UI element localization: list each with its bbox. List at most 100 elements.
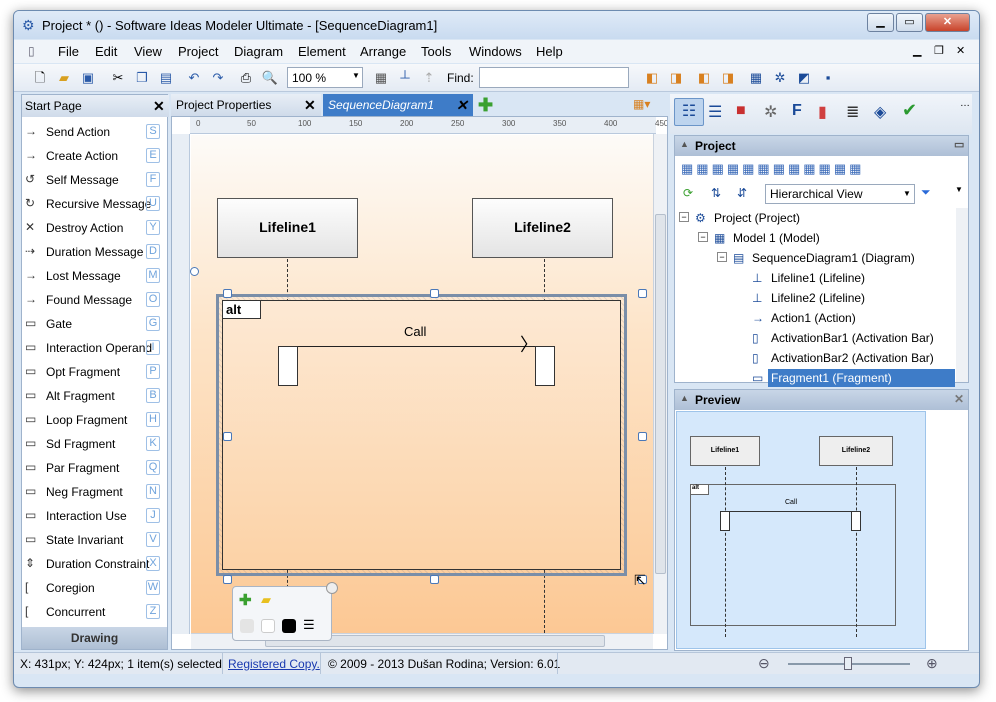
diagram-canvas[interactable]: 0 50 100 150 200 250 300 350 400 450 Lifeline1 Li… — [171, 116, 668, 650]
line-style-icon[interactable]: ☰ — [303, 617, 315, 633]
tool-item[interactable]: → Lost Message M — [22, 264, 167, 288]
menu-edit[interactable]: Edit — [95, 44, 117, 59]
collapse-icon[interactable]: ▲ — [680, 139, 689, 149]
connection-handle[interactable] — [190, 267, 199, 276]
color-swatch-black[interactable] — [282, 619, 296, 633]
tool-item[interactable]: ▭ Interaction Use J — [22, 504, 167, 528]
tool-item[interactable]: ▭ State Invariant V — [22, 528, 167, 552]
maximize-button[interactable]: ▭ — [896, 13, 923, 32]
folder-icon[interactable]: ▰ — [261, 592, 271, 608]
tool-item[interactable]: ▭ Loop Fragment H — [22, 408, 167, 432]
element-type-toolbar[interactable]: ▦▦▦▦▦▦▦▦▦▦▦▦ — [675, 157, 968, 181]
send-back-icon[interactable]: ◨ — [666, 68, 686, 88]
zoom-in-icon[interactable]: ⊕ — [926, 655, 938, 672]
document-icon[interactable]: ≣ — [846, 102, 859, 122]
activation-bar-1[interactable] — [278, 346, 298, 386]
registered-link[interactable]: Registered Copy. — [228, 657, 320, 671]
toolbox-icon[interactable]: ■ — [736, 102, 746, 120]
save-icon[interactable]: ▣ — [78, 68, 98, 88]
tab-menu-icon[interactable]: ▦▾ — [633, 97, 650, 111]
font-icon[interactable]: F — [792, 102, 802, 120]
tree-node[interactable]: ▭ Fragment1 (Fragment) — [675, 368, 955, 388]
tab-sequence-diagram[interactable]: SequenceDiagram1 ✕ — [323, 94, 473, 116]
resize-handle[interactable] — [223, 575, 232, 584]
tool-item[interactable]: ⇢ Duration Message D — [22, 240, 167, 264]
close-icon[interactable]: ✕ — [954, 392, 964, 406]
tree-scrollbar[interactable] — [956, 208, 968, 382]
rotate-handle[interactable] — [326, 582, 338, 594]
activation-bar-2[interactable] — [535, 346, 555, 386]
menu-element[interactable]: Element — [298, 44, 346, 59]
app-menu-icon[interactable]: ▯ — [28, 44, 35, 58]
new-file-icon[interactable]: 🗋 — [30, 68, 50, 88]
tree-toggle[interactable]: − — [717, 252, 727, 262]
menu-file[interactable]: File — [58, 44, 79, 59]
message-line[interactable] — [298, 346, 535, 347]
more-icon[interactable]: … — [960, 98, 970, 109]
add-icon[interactable]: ✚ — [239, 591, 252, 609]
close-icon[interactable]: ✕ — [456, 97, 468, 114]
tool-item[interactable]: → Found Message O — [22, 288, 167, 312]
snap-icon[interactable]: ┴ — [395, 68, 415, 88]
tree-node[interactable]: ▯ ActivationBar1 (Activation Bar) — [675, 328, 955, 348]
tool-item[interactable]: ▭ Alt Fragment B — [22, 384, 167, 408]
close-icon[interactable]: ✕ — [304, 97, 316, 114]
resize-handle[interactable] — [430, 575, 439, 584]
menu-project[interactable]: Project — [178, 44, 218, 59]
color-swatch-white[interactable] — [261, 619, 275, 633]
lifeline-1[interactable]: Lifeline1 — [217, 198, 358, 258]
tool-item[interactable]: ✕ Destroy Action Y — [22, 216, 167, 240]
refresh-icon[interactable]: ⟳ — [683, 186, 693, 200]
lifeline-2[interactable]: Lifeline2 — [472, 198, 613, 258]
tree-node[interactable]: − ▦ Model 1 (Model) — [675, 228, 955, 248]
float-icon[interactable]: ▭ — [954, 138, 964, 151]
checklist-icon[interactable]: ✔ — [902, 100, 917, 121]
print-icon[interactable]: ⎙ — [236, 68, 256, 88]
tool-item[interactable]: ▭ Par Fragment Q — [22, 456, 167, 480]
grid-icon[interactable]: ▦ — [371, 68, 391, 88]
copy-icon[interactable]: ❐ — [132, 68, 152, 88]
alt-fragment[interactable]: alt — [222, 300, 621, 570]
close-icon[interactable]: ✕ — [153, 98, 165, 115]
tab-start-page[interactable]: Start Page ✕ — [22, 95, 169, 117]
resize-handle[interactable] — [223, 289, 232, 298]
preview-viewport[interactable]: Lifeline1 Lifeline2 alt Call — [676, 411, 926, 649]
filter-icon[interactable]: ⏷ — [921, 185, 931, 200]
zoom-select[interactable]: 100 % ▼ — [287, 67, 363, 88]
tool-item[interactable]: ▭ Interaction Operand I — [22, 336, 167, 360]
resize-handle[interactable] — [638, 289, 647, 298]
tool-item[interactable]: ▭ Neg Fragment N — [22, 480, 167, 504]
open-folder-icon[interactable]: ▰ — [54, 68, 74, 88]
zoom-slider-thumb[interactable] — [844, 657, 852, 670]
tool-item[interactable]: → Send Action S — [22, 120, 167, 144]
tree-node[interactable]: ⊥ Lifeline1 (Lifeline) — [675, 268, 955, 288]
tool-item[interactable]: ▭ Gate G — [22, 312, 167, 336]
bring-front-icon[interactable]: ◧ — [642, 68, 662, 88]
vertical-scrollbar[interactable] — [653, 134, 667, 634]
layers-icon[interactable]: ◈ — [874, 102, 886, 122]
send-backward-icon[interactable]: ◨ — [718, 68, 738, 88]
drawing-section-bar[interactable]: Drawing — [22, 627, 167, 649]
color-swatch-grey[interactable] — [240, 619, 254, 633]
undo-icon[interactable]: ↶ — [184, 68, 204, 88]
group-icon[interactable]: ◩ — [794, 68, 814, 88]
paste-icon[interactable]: ▤ — [156, 68, 176, 88]
outline-icon[interactable]: ☰ — [708, 102, 722, 122]
resize-handle[interactable] — [638, 432, 647, 441]
tool-item[interactable]: [Coregion W — [22, 576, 167, 600]
tool-item[interactable]: → Create Action E — [22, 144, 167, 168]
find-input[interactable] — [479, 67, 629, 88]
menu-help[interactable]: Help — [536, 44, 563, 59]
collapse-icon[interactable]: ▲ — [680, 393, 689, 403]
ungroup-icon[interactable]: ▪ — [818, 68, 838, 88]
pointer-icon[interactable]: ⇡ — [419, 68, 439, 88]
tree-toggle[interactable]: − — [698, 232, 708, 242]
tree-node[interactable]: → Action1 (Action) — [675, 308, 955, 328]
project-tree-icon[interactable]: ☷ — [674, 98, 704, 126]
resize-handle[interactable] — [430, 289, 439, 298]
mdi-close-button[interactable]: ✕ — [956, 44, 965, 57]
bring-forward-icon[interactable]: ◧ — [694, 68, 714, 88]
gear-icon[interactable]: ✲ — [764, 102, 777, 122]
resize-handle[interactable] — [223, 432, 232, 441]
tree-node[interactable]: − ▤ SequenceDiagram1 (Diagram) — [675, 248, 955, 268]
